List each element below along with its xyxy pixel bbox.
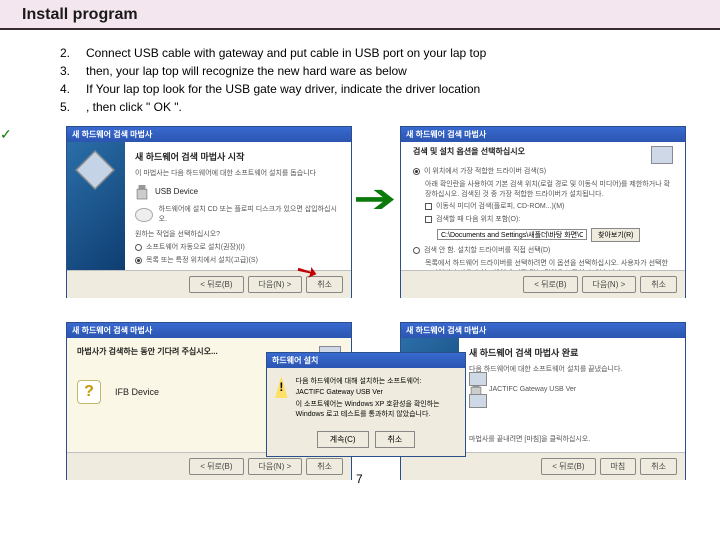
wizard-titlebar: 새 하드웨어 검색 마법사	[67, 127, 351, 142]
step-number: 4.	[60, 80, 86, 98]
cancel-button[interactable]: 취소	[306, 458, 343, 475]
wizard-finishline: 마법사를 끝내려면 [마침]을 클릭하십시오.	[469, 435, 675, 445]
cd-icon	[135, 208, 153, 222]
cancel-button[interactable]: 취소	[640, 276, 677, 293]
wizard-heading: 검색 및 설치 옵션을 선택하십시오	[413, 146, 525, 157]
back-button[interactable]: < 뒤로(B)	[189, 458, 243, 475]
warning-dialog: 하드웨어 설치 다음 하드웨어에 대해 설치하는 소프트웨어: JACTIFC …	[266, 352, 466, 457]
screenshot-panels: 새 하드웨어 검색 마법사 새 하드웨어 검색 마법사 시작 이 마법사는 다음…	[0, 126, 720, 506]
radio-dont-search[interactable]: 검색 안 함. 설치할 드라이버를 직접 선택(D)	[413, 246, 673, 256]
checkbox-icon	[425, 216, 432, 223]
radio-icon	[413, 168, 420, 175]
slide-title-bar: Install program	[0, 0, 720, 30]
instruction-steps: 2.Connect USB cable with gateway and put…	[0, 30, 720, 126]
step-number: 5.	[60, 98, 86, 116]
wizard-heading: 새 하드웨어 검색 마법사 시작	[135, 150, 341, 163]
radio-icon	[413, 247, 420, 254]
wizard-prompt: 원하는 작업을 선택하십시오?	[135, 230, 341, 240]
page-number: 7	[356, 472, 363, 486]
checkbox-include-location[interactable]: 검색할 때 다음 위치 포함(O):	[425, 215, 673, 225]
warning-titlebar: 하드웨어 설치	[267, 353, 465, 368]
radio-auto-install[interactable]: 소프트웨어 자동으로 설치(권장)(I)	[135, 243, 341, 253]
cancel-button[interactable]: 취소	[375, 431, 416, 448]
device-label: USB Device	[155, 187, 198, 196]
step-text: Connect USB cable with gateway and put c…	[86, 44, 660, 62]
step-row: 2.Connect USB cable with gateway and put…	[60, 44, 660, 62]
back-button[interactable]: < 뒤로(B)	[523, 276, 577, 293]
warning-device: JACTIFC Gateway USB Ver	[296, 389, 457, 396]
step-text: , then click " OK ".	[86, 98, 660, 116]
step-row: 5., then click " OK ".	[60, 98, 660, 116]
step-number: 2.	[60, 44, 86, 62]
wizard-titlebar: 새 하드웨어 검색 마법사	[401, 323, 685, 338]
step-row: 4.If Your lap top look for the USB gate …	[60, 80, 660, 98]
path-input[interactable]	[437, 229, 587, 240]
step-text: If Your lap top look for the USB gate wa…	[86, 80, 660, 98]
wizard-heading: 새 하드웨어 검색 마법사 완료	[469, 346, 675, 359]
browse-button[interactable]: 찾아보기(R)	[591, 228, 640, 242]
wizard-side-graphic	[67, 142, 125, 270]
green-arrow-icon: ➔	[353, 176, 397, 222]
radio-icon	[135, 244, 142, 251]
device-label: JACTIFC Gateway USB Ver	[489, 385, 576, 395]
continue-button[interactable]: 계속(C)	[317, 431, 369, 448]
hardware-icon	[75, 150, 115, 190]
usb-icon	[135, 183, 149, 201]
wizard-desc: 다음 하드웨어에 대한 소프트웨어 설치를 끝냈습니다.	[469, 365, 675, 375]
cancel-button[interactable]: 취소	[640, 458, 677, 475]
finish-button[interactable]: 마침	[600, 458, 637, 475]
warning-line2: 이 소프트웨어는 Windows XP 호환성을 확인하는 Windows 로고…	[296, 399, 457, 419]
warning-icon	[275, 376, 288, 398]
checkbox-removable-media[interactable]: 이동식 미디어 검색(플로피, CD-ROM...)(M)	[425, 202, 673, 212]
next-button[interactable]: 다음(N) >	[248, 458, 303, 475]
checkbox-icon	[425, 203, 432, 210]
step-number: 3.	[60, 62, 86, 80]
radio-search-location[interactable]: 이 위치에서 가장 적합한 드라이버 검색(S)	[413, 167, 673, 177]
wizard-titlebar: 새 하드웨어 검색 마법사	[67, 323, 351, 338]
side-glyphs	[469, 372, 487, 408]
wizard-heading: 마법사가 검색하는 동안 기다려 주십시오...	[77, 346, 218, 357]
device-label: IFB Device	[115, 387, 159, 397]
radio-icon	[135, 257, 142, 264]
step-row: 3.then, your lap top will recognize the …	[60, 62, 660, 80]
wizard-opt1-desc: 아래 확인란을 사용하여 기본 검색 위치(로컬 경로 및 이동식 미디어)를 …	[425, 180, 673, 200]
next-button[interactable]: 다음(N) >	[582, 276, 637, 293]
wizard-dialog-2: 새 하드웨어 검색 마법사 검색 및 설치 옵션을 선택하십시오 이 위치에서 …	[400, 126, 686, 298]
question-icon: ?	[77, 380, 101, 404]
hardware-icon	[651, 146, 673, 164]
next-button[interactable]: 다음(N) >	[248, 276, 303, 293]
back-button[interactable]: < 뒤로(B)	[541, 458, 595, 475]
wizard-intro: 이 마법사는 다음 하드웨어에 대한 소프트웨어 설치를 돕습니다	[135, 169, 341, 179]
back-button[interactable]: < 뒤로(B)	[189, 276, 243, 293]
slide-title: Install program	[22, 6, 698, 24]
step-text: then, your lap top will recognize the ne…	[86, 62, 660, 80]
cd-note: 하드웨어에 설치 CD 또는 플로피 디스크가 있으면 삽입하십시오.	[159, 205, 341, 225]
warning-line1: 다음 하드웨어에 대해 설치하는 소프트웨어:	[296, 376, 457, 386]
wizard-titlebar: 새 하드웨어 검색 마법사	[401, 127, 685, 142]
